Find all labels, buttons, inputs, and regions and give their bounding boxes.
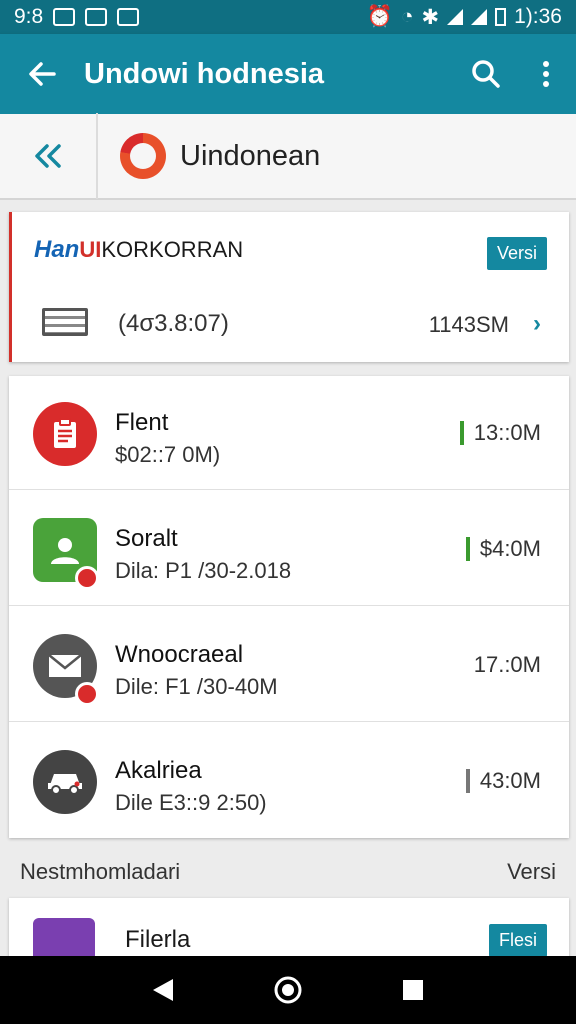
- section-action[interactable]: Versi: [507, 859, 556, 885]
- system-nav-bar: [0, 956, 576, 1024]
- search-button[interactable]: [456, 34, 516, 114]
- status-time-right: 1):36: [514, 5, 562, 28]
- status-mark: [465, 537, 470, 561]
- item-name: Filerla: [125, 926, 191, 953]
- back-button[interactable]: [0, 34, 84, 114]
- status-time-left: 9:8: [14, 5, 44, 28]
- section-title: Nestmhomladari: [20, 859, 181, 884]
- signal-icon: [447, 9, 464, 25]
- list-item[interactable]: Akalriea Dile E3::9 2:50) 43:0M: [9, 724, 569, 838]
- summary-card[interactable]: HanUIKORKORRAN Versi (4σ3.8:07) 1143SM ›: [9, 212, 569, 362]
- item-size: 17.:0M: [474, 652, 541, 678]
- item-badge[interactable]: Flesi: [488, 924, 547, 957]
- app-logo: [120, 133, 166, 179]
- collapse-button[interactable]: [0, 113, 98, 199]
- bluetooth-icon: ✱: [421, 5, 440, 29]
- item-name: Akalriea: [115, 757, 202, 784]
- nav-back-button[interactable]: [133, 960, 193, 1020]
- item-detail: Dile: F1 /30-40M: [115, 674, 278, 699]
- battery-icon: [495, 8, 507, 26]
- item-detail: Dile E3::9 2:50): [115, 790, 267, 815]
- brand-part-1: Han: [34, 236, 80, 263]
- square-recents-icon: [403, 980, 424, 1000]
- item-size-value: $4:0M: [479, 536, 541, 561]
- item-name: Wnoocraeal: [115, 641, 244, 668]
- signal-2-icon: [471, 9, 488, 25]
- alert-badge-icon: [75, 566, 99, 590]
- item-size-value: 43:0M: [479, 768, 541, 793]
- item-size-value: 13::0M: [473, 420, 541, 445]
- status-bar: 9:8 ⏰ ◔ ✱ 1):36: [0, 0, 576, 34]
- status-mark: [459, 421, 464, 445]
- notification-chart-icon: [117, 8, 140, 26]
- summary-meta: (4σ3.8:07): [118, 310, 229, 337]
- app-bar: Undowi hodnesia: [0, 34, 576, 114]
- item-size-value: 17.:0M: [473, 652, 541, 677]
- alarm-icon: ⏰: [366, 5, 393, 28]
- notification-image-icon: [53, 8, 76, 26]
- brand-part-2: UI: [79, 237, 102, 262]
- app-list: Flent $02::7 0M) 13::0M Soralt Dila: P1 …: [9, 376, 569, 838]
- page-title: Undowi hodnesia: [84, 57, 325, 90]
- wifi-icon: ◔: [400, 5, 414, 28]
- chevron-right-icon[interactable]: ›: [533, 310, 541, 338]
- more-vert-icon: [543, 61, 549, 87]
- list-item[interactable]: Wnoocraeal Dile: F1 /30-40M 17.:0M: [9, 608, 569, 722]
- nav-home-button[interactable]: [258, 960, 318, 1020]
- item-size: 43:0M: [465, 768, 541, 794]
- list-icon: [42, 308, 88, 336]
- search-icon: [472, 60, 500, 88]
- section-header: Nestmhomladari Versi: [0, 852, 576, 892]
- brand-part-3: KORKORRAN: [101, 237, 244, 262]
- notification-app-icon: [85, 8, 108, 26]
- list-item[interactable]: Soralt Dila: P1 /30-2.018 $4:0M: [9, 492, 569, 606]
- alert-badge-icon: [75, 682, 99, 706]
- list-item[interactable]: Flent $02::7 0M) 13::0M: [9, 376, 569, 490]
- clipboard-icon: [33, 402, 97, 466]
- status-mark: [465, 769, 470, 793]
- double-chevron-left-icon: [35, 144, 61, 168]
- item-name: Soralt: [115, 525, 178, 552]
- nav-recents-button[interactable]: [383, 960, 443, 1020]
- item-size: $4:0M: [465, 536, 541, 562]
- car-icon: [33, 750, 97, 814]
- version-badge[interactable]: Versi: [486, 237, 547, 270]
- item-detail: Dila: P1 /30-2.018: [115, 558, 292, 583]
- item-size: 13::0M: [459, 420, 541, 446]
- breadcrumb: Uindonean: [0, 113, 576, 200]
- overflow-menu-button[interactable]: [516, 34, 576, 114]
- item-name: Flent: [115, 409, 169, 436]
- triangle-back-icon: [152, 979, 173, 1001]
- arrow-left-icon: [29, 62, 56, 86]
- app-name: Uindonean: [180, 139, 321, 172]
- summary-size: 1143SM: [428, 312, 509, 337]
- item-detail: $02::7 0M): [115, 442, 221, 467]
- circle-home-icon: [274, 976, 302, 1004]
- brand-label: HanUIKORKORRAN: [34, 236, 243, 264]
